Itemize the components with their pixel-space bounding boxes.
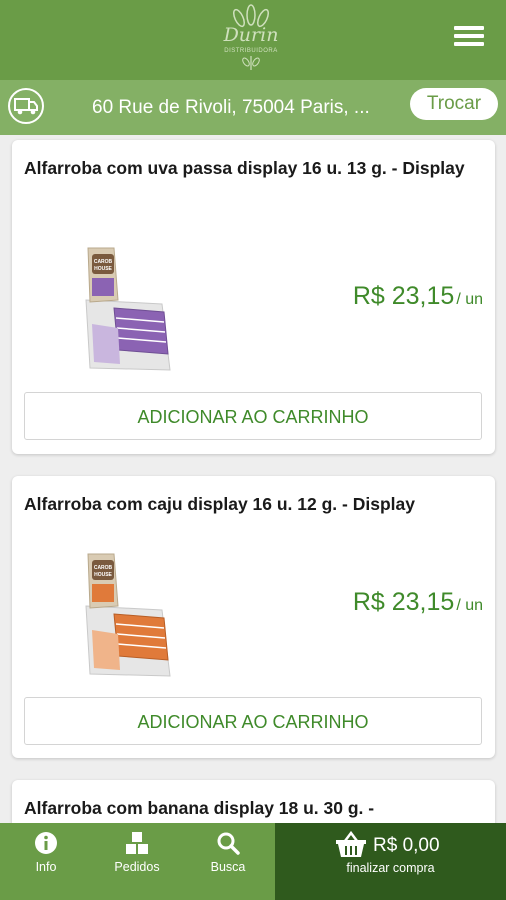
tab-label: Pedidos xyxy=(114,860,160,874)
app-logo: Durin DISTRIBUIDORA xyxy=(218,4,284,72)
add-to-cart-button[interactable]: ADICIONAR AO CARRINHO xyxy=(24,392,482,440)
tab-orders[interactable]: Pedidos xyxy=(102,823,172,900)
product-title: Alfarroba com banana display 18 u. 30 g.… xyxy=(24,798,375,818)
product-card: Alfarroba com caju display 16 u. 12 g. -… xyxy=(12,476,495,758)
product-image: CAROB HOUSE xyxy=(85,247,171,371)
product-price: R$ 23,15/ un xyxy=(353,588,483,617)
product-title: Alfarroba com caju display 16 u. 12 g. -… xyxy=(24,494,415,514)
basket-icon xyxy=(336,831,366,857)
search-icon xyxy=(217,832,240,855)
product-title: Alfarroba com uva passa display 16 u. 13… xyxy=(24,158,465,178)
svg-text:CAROB: CAROB xyxy=(94,565,113,571)
logo-text: Durin xyxy=(223,24,279,46)
checkout-label: finalizar compra xyxy=(346,861,435,875)
tab-label: Info xyxy=(35,860,57,874)
add-to-cart-button[interactable]: ADICIONAR AO CARRINHO xyxy=(24,697,482,745)
price-unit: / un xyxy=(456,291,483,308)
boxes-icon xyxy=(126,832,148,854)
delivery-address: 60 Rue de Rivoli, 75004 Paris, ... xyxy=(92,97,370,118)
tab-search[interactable]: Busca xyxy=(193,823,263,900)
product-image: CAROB HOUSE xyxy=(85,553,171,677)
tab-label: Busca xyxy=(210,860,246,874)
price-amount: R$ 23,15 xyxy=(352,282,455,310)
product-price: R$ 23,15/ un xyxy=(353,282,483,311)
svg-text:HOUSE: HOUSE xyxy=(94,266,112,272)
product-card: Alfarroba com uva passa display 16 u. 13… xyxy=(12,140,495,454)
price-unit: / un xyxy=(456,597,483,614)
delivery-truck-icon xyxy=(8,88,44,124)
info-icon xyxy=(35,832,57,854)
menu-button[interactable] xyxy=(454,26,484,54)
tab-info[interactable]: Info xyxy=(11,823,81,900)
cart-total: R$ 0,00 xyxy=(373,835,440,856)
change-address-button[interactable]: Trocar xyxy=(410,88,498,120)
price-amount: R$ 23,15 xyxy=(352,588,455,616)
svg-text:HOUSE: HOUSE xyxy=(94,572,112,578)
svg-text:CAROB: CAROB xyxy=(94,259,113,265)
checkout-button[interactable]: R$ 0,00 finalizar compra xyxy=(275,823,506,900)
leaf-ornament-icon xyxy=(242,56,260,70)
hamburger-icon xyxy=(454,26,484,30)
